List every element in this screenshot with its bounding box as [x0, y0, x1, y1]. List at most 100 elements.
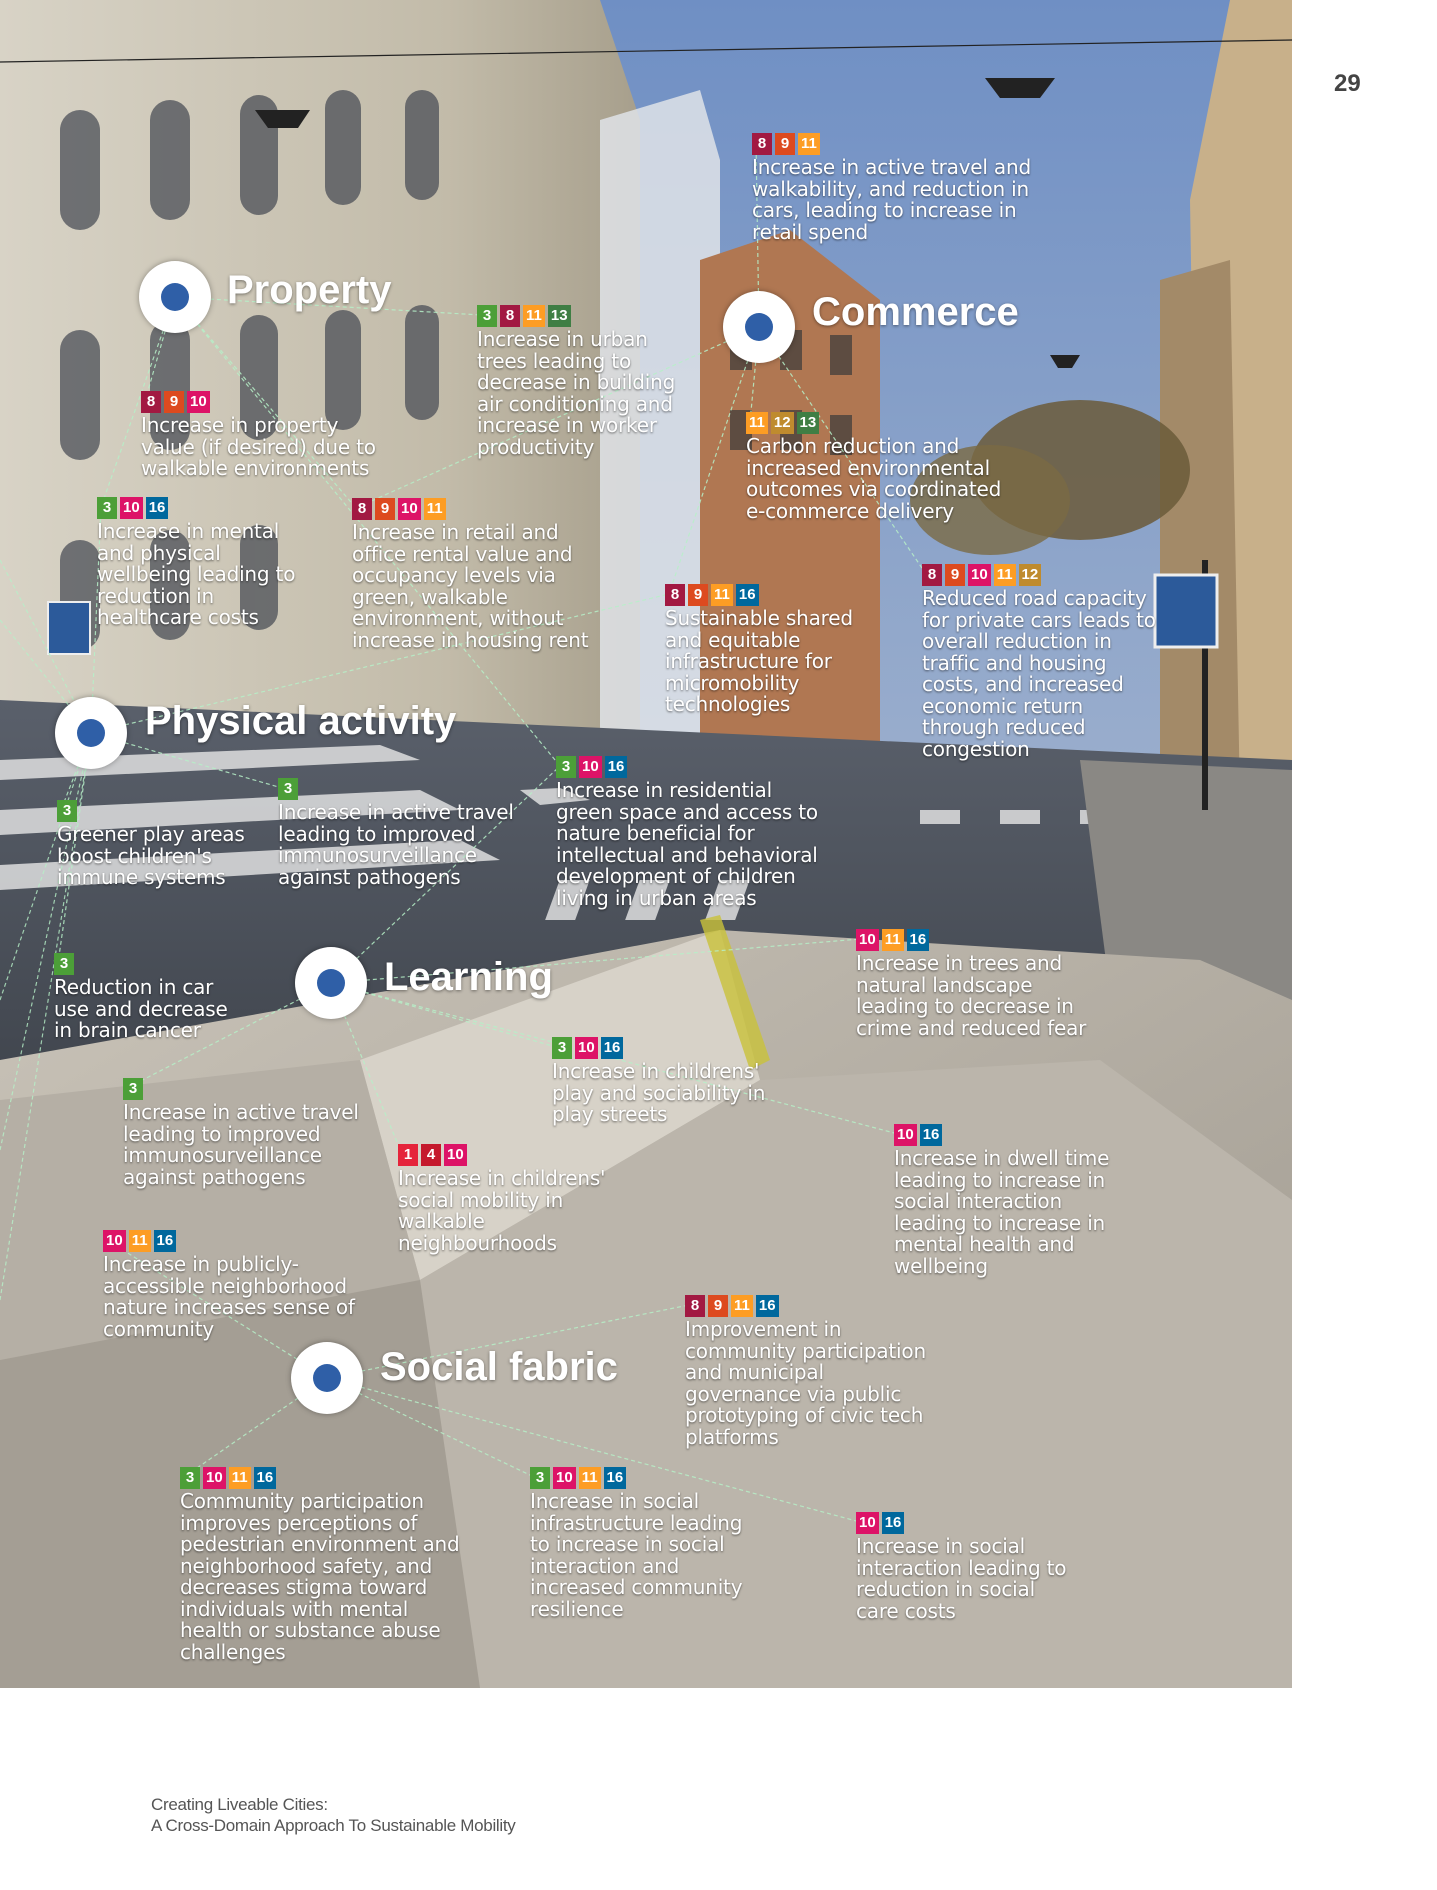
- outcome-text: Increase in active travel leading to imp…: [278, 800, 514, 889]
- social-fabric-heading: Social fabric: [380, 1345, 618, 1389]
- sdg-11-badge: 11: [798, 133, 820, 155]
- sdg-13-badge: 13: [796, 412, 820, 434]
- sdg-16-badge: 16: [153, 1230, 177, 1252]
- physical-activity-heading: Physical activity: [145, 699, 457, 743]
- sdg-8-badge: 8: [685, 1295, 705, 1317]
- outcome-text: Increase in dwell time leading to increa…: [894, 1146, 1110, 1278]
- node-dot: [77, 719, 105, 747]
- sdg-badges: 3 10 16: [552, 1037, 765, 1059]
- sdg-3-badge: 3: [180, 1467, 200, 1489]
- footer-publication-title: Creating Liveable Cities: A Cross-Domain…: [151, 1794, 516, 1836]
- sdg-3-badge: 3: [530, 1467, 550, 1489]
- outcome-item: 3 10 11 16 Community participation improves …: [180, 1467, 460, 1663]
- sdg-badges: 3: [54, 953, 228, 975]
- sdg-badges: 10 16: [856, 1512, 1066, 1534]
- sdg-9-badge: 9: [775, 133, 795, 155]
- sdg-10-badge: 10: [856, 929, 879, 951]
- sdg-11-badge: 11: [881, 929, 904, 951]
- sdg-badges: 8 9 10: [141, 391, 376, 413]
- outcome-text: Reduction in car use and decrease in bra…: [54, 975, 228, 1042]
- sdg-10-badge: 10: [187, 391, 210, 413]
- outcome-item: 3 10 16 Increase in residential green space…: [556, 756, 818, 909]
- outcome-item: 11 12 13 Carbon reduction and increased env…: [746, 412, 1001, 522]
- sdg-16-badge: 16: [919, 1124, 943, 1146]
- sdg-8-badge: 8: [665, 584, 685, 606]
- physical-activity-node: [55, 697, 127, 769]
- learning-heading: Learning: [384, 955, 553, 999]
- sdg-11-badge: 11: [523, 305, 545, 327]
- commerce-node: [723, 291, 795, 363]
- connector-line: [0, 732, 92, 1151]
- sdg-3-badge: 3: [123, 1078, 143, 1100]
- sdg-10-badge: 10: [120, 497, 143, 519]
- sdg-badges: 3 10 16: [97, 497, 295, 519]
- outcome-item: 3 8 11 13 Increase in urban trees leading to…: [477, 305, 675, 458]
- sdg-11-badge: 11: [711, 584, 733, 606]
- sdg-10-badge: 10: [968, 564, 991, 586]
- outcome-item: 10 11 16 Increase in trees and natural land…: [856, 929, 1086, 1039]
- sdg-16-badge: 16: [145, 497, 169, 519]
- outcome-item: 1 4 10 Increase in childrens' social mobili…: [398, 1144, 606, 1255]
- outcome-item: 3 Increase in active travel leading to im…: [278, 778, 514, 888]
- outcome-item: 3 Reduction in car use and decrease in br…: [54, 953, 228, 1042]
- sdg-8-badge: 8: [500, 305, 520, 327]
- sdg-10-badge: 10: [579, 756, 602, 778]
- sdg-4-badge: 4: [421, 1144, 441, 1166]
- sdg-16-badge: 16: [603, 1467, 627, 1489]
- sdg-3-badge: 3: [54, 953, 74, 975]
- outcome-text: Increase in retail and office rental val…: [352, 520, 589, 652]
- sdg-badges: 8 9 10 11 12: [922, 564, 1156, 586]
- outcome-item: 8 9 11 Increase in active travel and walkab…: [752, 133, 1031, 243]
- sdg-3-badge: 3: [97, 497, 117, 519]
- sdg-9-badge: 9: [708, 1295, 728, 1317]
- sdg-badges: 3 10 11 16: [530, 1467, 742, 1489]
- outcome-text: Increase in urban trees leading to decre…: [477, 327, 676, 459]
- sdg-badges: 8 9 10 11: [352, 498, 588, 520]
- outcome-text: Increase in social interaction leading t…: [856, 1534, 1067, 1623]
- sdg-11-badge: 11: [993, 564, 1016, 586]
- sdg-badges: 3: [57, 800, 245, 822]
- outcome-text: Increase in property value (if desired) …: [141, 413, 376, 480]
- node-dot: [745, 313, 773, 341]
- sdg-10-badge: 10: [203, 1467, 226, 1489]
- sdg-11-badge: 11: [578, 1467, 601, 1489]
- outcome-item: 8 9 10 11 12 Reduced road capacity for privat…: [922, 564, 1156, 760]
- outcome-text: Increase in active travel and walkabilit…: [752, 155, 1031, 244]
- footer-title-line-1: Creating Liveable Cities:: [151, 1795, 328, 1814]
- outcome-item: 3 10 16 Increase in mental and physical wel…: [97, 497, 295, 629]
- sdg-12-badge: 12: [770, 412, 794, 434]
- footer-title-line-2: A Cross-Domain Approach To Sustainable M…: [151, 1816, 516, 1835]
- outcome-text: Increase in social infrastructure leadin…: [530, 1489, 743, 1621]
- outcome-item: 10 16 Increase in dwell time leading to in…: [894, 1124, 1109, 1277]
- outcome-item: 3 Greener play areas boost children's imm…: [57, 800, 245, 889]
- sdg-10-badge: 10: [856, 1512, 879, 1534]
- sdg-13-badge: 13: [547, 305, 571, 327]
- outcome-text: Increase in childrens' play and sociabil…: [552, 1059, 766, 1126]
- sdg-9-badge: 9: [945, 564, 965, 586]
- property-node: [139, 261, 211, 333]
- outcome-text: Reduced road capacity for private cars l…: [922, 586, 1156, 761]
- page-number: 29: [1334, 70, 1361, 97]
- outcome-item: 3 10 11 16 Increase in social infrastructure…: [530, 1467, 743, 1621]
- sdg-9-badge: 9: [164, 391, 184, 413]
- node-dot: [317, 969, 345, 997]
- outcome-text: Increase in childrens' social mobility i…: [398, 1166, 606, 1255]
- sdg-11-badge: 11: [731, 1295, 753, 1317]
- outcome-item: 3 10 16 Increase in childrens' play and soc…: [552, 1037, 765, 1126]
- sdg-badges: 3: [123, 1078, 359, 1100]
- sdg-badges: 8 9 11 16: [685, 1295, 926, 1317]
- sdg-8-badge: 8: [922, 564, 942, 586]
- outcome-text: Community participation improves percept…: [180, 1489, 460, 1664]
- sdg-11-badge: 11: [228, 1467, 251, 1489]
- sdg-10-badge: 10: [575, 1037, 598, 1059]
- sdg-badges: 11 12 13: [746, 412, 1001, 434]
- sdg-9-badge: 9: [375, 498, 395, 520]
- commerce-heading: Commerce: [812, 290, 1019, 334]
- sdg-badges: 3: [278, 778, 514, 800]
- learning-node: [295, 947, 367, 1019]
- sdg-8-badge: 8: [752, 133, 772, 155]
- sdg-1-badge: 1: [398, 1144, 418, 1166]
- sdg-16-badge: 16: [755, 1295, 779, 1317]
- sdg-9-badge: 9: [688, 584, 708, 606]
- node-dot: [161, 283, 189, 311]
